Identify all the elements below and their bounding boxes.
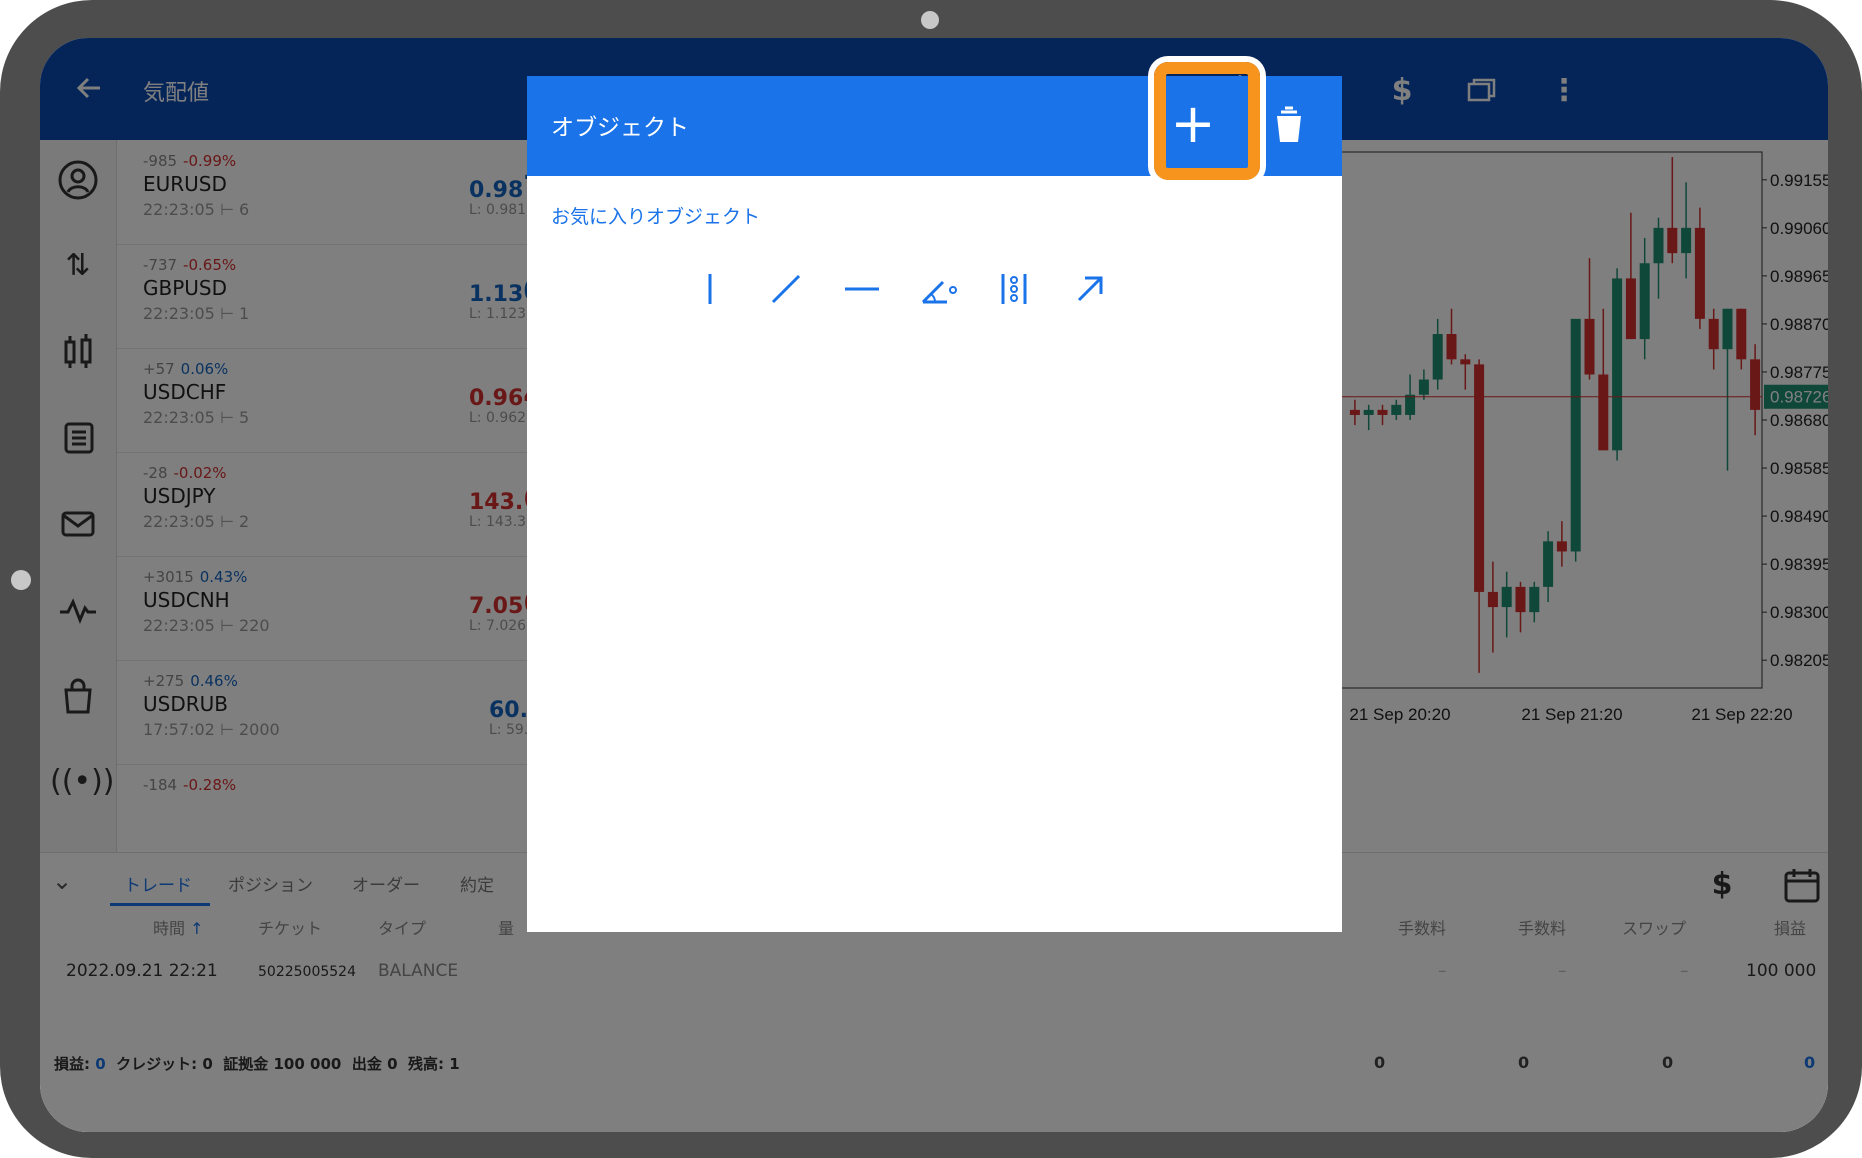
dialog-title: オブジェクト bbox=[551, 115, 689, 141]
angle-tool-icon[interactable] bbox=[913, 264, 963, 314]
highlight-box bbox=[1154, 62, 1260, 180]
vertical-line-tool-icon[interactable] bbox=[685, 264, 735, 314]
tablet-frame: 気配値 ƒ $ ⋮ ⇅ bbox=[0, 0, 1862, 1158]
side-button-dot bbox=[11, 570, 31, 590]
trend-line-tool-icon[interactable] bbox=[761, 264, 811, 314]
favorites-label: お気に入りオブジェクト bbox=[551, 206, 761, 228]
camera-dot bbox=[921, 11, 939, 29]
objects-dialog: オブジェクト + お気に入りオブジェクト bbox=[527, 76, 1342, 932]
horizontal-line-tool-icon[interactable] bbox=[837, 264, 887, 314]
tablet-bezel: 気配値 ƒ $ ⋮ ⇅ bbox=[0, 0, 1862, 1158]
trash-icon[interactable] bbox=[1269, 104, 1309, 148]
arrow-tool-icon[interactable] bbox=[1065, 264, 1115, 314]
app-screen: 気配値 ƒ $ ⋮ ⇅ bbox=[40, 38, 1828, 1132]
fibonacci-tool-icon[interactable] bbox=[989, 264, 1039, 314]
